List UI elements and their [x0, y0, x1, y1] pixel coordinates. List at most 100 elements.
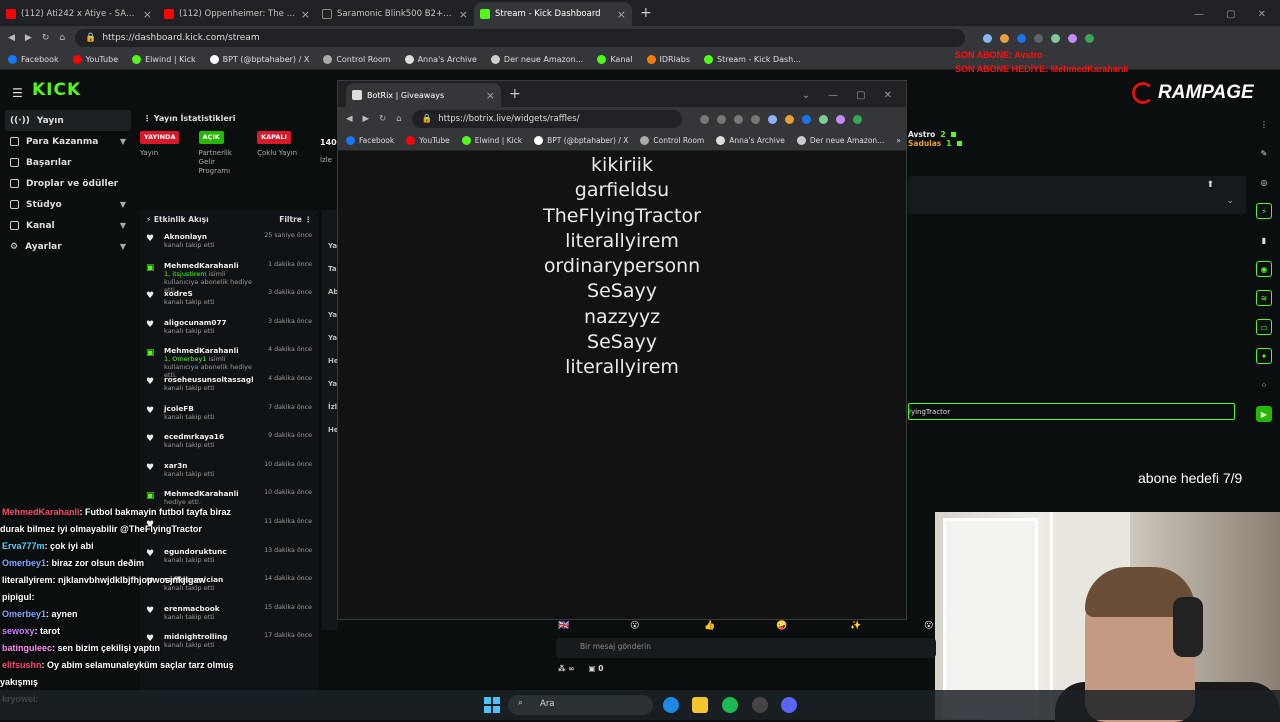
- filter-button[interactable]: Filtre ⋮: [279, 215, 312, 224]
- video-icon[interactable]: ▶: [1256, 406, 1272, 422]
- minimize-icon[interactable]: —: [828, 90, 838, 101]
- extension-icon[interactable]: [784, 114, 794, 124]
- extension-icon[interactable]: [1034, 33, 1044, 43]
- close-window-icon[interactable]: ✕: [884, 90, 892, 101]
- target-icon[interactable]: ◎: [1256, 174, 1272, 190]
- bookmark[interactable]: Control Room: [640, 136, 704, 145]
- close-tab-icon[interactable]: ×: [143, 8, 152, 21]
- bookmark[interactable]: Control Room: [323, 55, 391, 64]
- emote-icon[interactable]: 😮: [630, 621, 639, 631]
- trash-icon[interactable]: ▮: [1256, 232, 1272, 248]
- bookmark[interactable]: Anna's Archive: [404, 55, 477, 64]
- chat-username[interactable]: batinguleec: [2, 643, 52, 653]
- obs-icon[interactable]: [752, 697, 768, 713]
- kick-logo[interactable]: KICK: [32, 80, 81, 100]
- reload-icon[interactable]: ↻: [379, 114, 386, 124]
- discord-icon[interactable]: [781, 697, 797, 713]
- activity-user[interactable]: xodreS: [164, 289, 215, 298]
- share-icon[interactable]: ⁘: [1256, 377, 1272, 393]
- new-tab-button[interactable]: +: [632, 5, 660, 26]
- spotify-icon[interactable]: [722, 697, 738, 713]
- url-field[interactable]: 🔒 https://dashboard.kick.com/stream: [75, 29, 966, 47]
- home-icon[interactable]: ⌂: [396, 114, 401, 124]
- extension-icon[interactable]: [835, 114, 845, 124]
- sidebar-item-yayin[interactable]: ((·)) Yayın: [5, 110, 131, 131]
- file-explorer-icon[interactable]: [692, 697, 708, 713]
- maximize-icon[interactable]: ▢: [856, 90, 865, 101]
- profile-avatar[interactable]: [852, 114, 862, 124]
- menu-icon[interactable]: ☰: [12, 86, 23, 100]
- chat-username[interactable]: elifsushn: [2, 660, 42, 670]
- browser-tab[interactable]: Saramonic Blink500 B2+ 2 Kişili ×: [316, 2, 474, 26]
- sidebar-item-basarilar[interactable]: Başarılar: [0, 152, 136, 173]
- profile-avatar[interactable]: [1085, 33, 1095, 43]
- bookmark[interactable]: Facebook: [346, 136, 394, 145]
- bookmark[interactable]: Stream - Kick Dash...: [703, 55, 801, 64]
- new-tab-button[interactable]: +: [501, 86, 529, 107]
- close-window-icon[interactable]: ✕: [1258, 9, 1266, 20]
- back-icon[interactable]: ◀: [8, 33, 15, 43]
- wrench-icon[interactable]: ✦: [1256, 348, 1272, 364]
- windows-start-icon[interactable]: [484, 697, 500, 713]
- chat-username[interactable]: Erva777m: [2, 541, 45, 551]
- popup-url-field[interactable]: 🔒 https://botrix.live/widgets/raffles/: [411, 110, 682, 128]
- reload-icon[interactable]: ↻: [42, 33, 50, 43]
- bookmark[interactable]: Anna's Archive: [716, 136, 785, 145]
- close-tab-icon[interactable]: ×: [617, 8, 626, 21]
- chrome-icon[interactable]: [663, 697, 679, 713]
- activity-user[interactable]: aligocunam077: [164, 318, 227, 327]
- browser-tab[interactable]: (112) Ati242 x Atiye - SALLA X ×: [0, 2, 158, 26]
- extension-icon[interactable]: [818, 114, 828, 124]
- extension-icon[interactable]: [801, 114, 811, 124]
- close-tab-icon[interactable]: ×: [486, 89, 495, 102]
- browser-tab[interactable]: (112) Oppenheimer: The Ult ×: [158, 2, 316, 26]
- chat-username[interactable]: Omerbey1: [2, 558, 46, 568]
- extension-icon[interactable]: [767, 114, 777, 124]
- activity-user[interactable]: xar3n: [164, 461, 215, 470]
- tab-search-icon[interactable]: ⌄: [802, 90, 810, 101]
- bookmark[interactable]: Der neue Amazon...: [796, 136, 884, 145]
- close-tab-icon[interactable]: ×: [459, 8, 468, 21]
- zoom-icon[interactable]: [716, 114, 726, 124]
- chat-username[interactable]: pipigul: [2, 592, 32, 602]
- dropdown-panel[interactable]: ⌄ ⬆: [908, 176, 1246, 214]
- forward-icon[interactable]: ▶: [363, 114, 370, 124]
- bookmark[interactable]: Elwind | Kick: [461, 136, 522, 145]
- broadcast-icon[interactable]: ≋: [1256, 290, 1272, 306]
- bookmark[interactable]: BPT (@bptahaber) / X: [534, 136, 628, 145]
- extension-icon[interactable]: [1000, 33, 1010, 43]
- activity-user[interactable]: jcoleFB: [164, 404, 215, 413]
- more-icon[interactable]: ⋮: [1256, 116, 1272, 132]
- close-tab-icon[interactable]: ×: [301, 8, 310, 21]
- extension-icon[interactable]: [1051, 33, 1061, 43]
- chat-username[interactable]: Omerbey1: [2, 609, 46, 619]
- infinity-indicator[interactable]: ⁂ ∞: [558, 664, 575, 673]
- chat-username[interactable]: sewoxy: [2, 626, 35, 636]
- emote-icon[interactable]: 🤪: [776, 621, 787, 631]
- pin-icon[interactable]: ⬆: [1206, 180, 1214, 190]
- share-icon[interactable]: [733, 114, 743, 124]
- more-bookmarks-icon[interactable]: »: [896, 136, 901, 145]
- minimize-icon[interactable]: —: [1194, 9, 1204, 20]
- extension-icon[interactable]: [699, 114, 709, 124]
- forward-icon[interactable]: ▶: [25, 33, 32, 43]
- bookmark[interactable]: Facebook: [8, 55, 59, 64]
- bookmark[interactable]: Der neue Amazon...: [490, 55, 583, 64]
- stream-title-field[interactable]: lyingTractor: [908, 403, 1235, 420]
- chat-icon[interactable]: ◉: [1256, 261, 1272, 277]
- bookmark[interactable]: YouTube: [72, 55, 118, 64]
- sidebar-item-para-kazanma[interactable]: Para Kazanma ▼: [0, 131, 136, 152]
- sidebar-item-kanal[interactable]: Kanal ▼: [0, 215, 136, 236]
- activity-user[interactable]: MehmedKarahanli: [164, 489, 239, 498]
- activity-user[interactable]: MehmedKarahanli: [164, 261, 260, 270]
- monitor-icon[interactable]: ▭: [1256, 319, 1272, 335]
- emote-icon[interactable]: 👍: [704, 621, 715, 631]
- activity-user[interactable]: MehmedKarahanli: [164, 346, 260, 355]
- maximize-icon[interactable]: ▢: [1226, 9, 1235, 20]
- emote-icon[interactable]: ✨: [850, 621, 861, 631]
- bookmark[interactable]: YouTube: [406, 136, 450, 145]
- activity-user[interactable]: ecedmrkaya16: [164, 432, 224, 441]
- bookmark[interactable]: Kanal: [597, 55, 633, 64]
- extension-icon[interactable]: [983, 33, 993, 43]
- browser-tab-active[interactable]: Stream - Kick Dashboard ×: [474, 2, 632, 26]
